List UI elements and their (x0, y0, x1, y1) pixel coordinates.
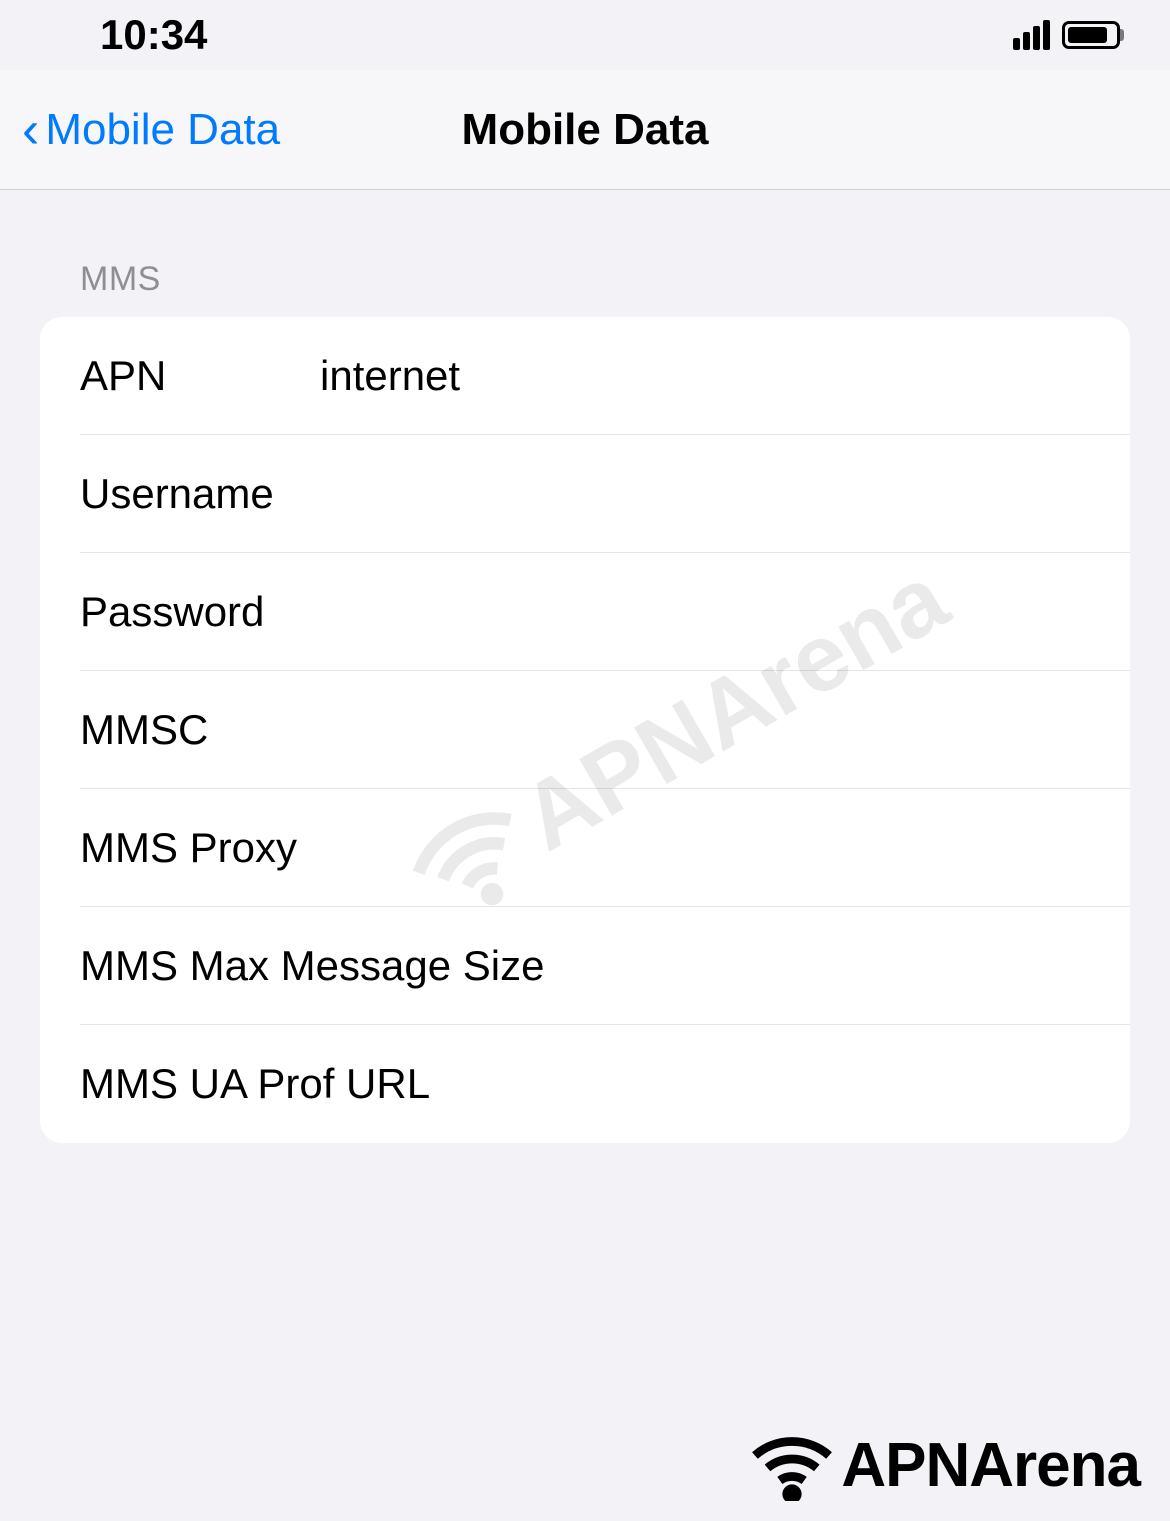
battery-icon (1062, 21, 1120, 49)
password-label: Password (80, 588, 320, 636)
mmsc-input[interactable] (320, 706, 1090, 754)
cellular-signal-icon (1013, 20, 1050, 50)
apn-label: APN (80, 352, 320, 400)
status-indicators (1013, 20, 1120, 50)
status-bar: 10:34 (0, 0, 1170, 70)
back-button[interactable]: ‹ Mobile Data (0, 104, 280, 156)
status-time: 10:34 (100, 11, 207, 59)
mms-proxy-input[interactable] (297, 824, 1090, 872)
footer-brand-text: APNArena (841, 1430, 1140, 1501)
section-header-mms: MMS (40, 260, 1130, 299)
mmsc-row[interactable]: MMSC (40, 671, 1130, 789)
mms-max-message-size-input[interactable] (544, 942, 1090, 990)
mms-proxy-row[interactable]: MMS Proxy (40, 789, 1130, 907)
password-row[interactable]: Password (40, 553, 1130, 671)
apn-input[interactable] (320, 352, 1090, 400)
mms-proxy-label: MMS Proxy (80, 824, 297, 872)
username-row[interactable]: Username (40, 435, 1130, 553)
chevron-left-icon: ‹ (22, 104, 39, 156)
mms-ua-prof-url-label: MMS UA Prof URL (80, 1060, 430, 1108)
mmsc-label: MMSC (80, 706, 320, 754)
content-area: MMS APN Username Password MMSC MMS Proxy (0, 190, 1170, 1143)
footer-logo: APNArena (747, 1430, 1140, 1501)
mms-ua-prof-url-input[interactable] (430, 1060, 1090, 1108)
password-input[interactable] (320, 588, 1090, 636)
apn-row[interactable]: APN (40, 317, 1130, 435)
page-title: Mobile Data (462, 105, 709, 155)
mms-max-message-size-label: MMS Max Message Size (80, 942, 544, 990)
navigation-bar: ‹ Mobile Data Mobile Data (0, 70, 1170, 190)
back-label: Mobile Data (45, 105, 280, 155)
mms-ua-prof-url-row[interactable]: MMS UA Prof URL (40, 1025, 1130, 1143)
wifi-icon (747, 1431, 837, 1501)
mms-settings-group: APN Username Password MMSC MMS Proxy MMS… (40, 317, 1130, 1143)
username-label: Username (80, 470, 320, 518)
mms-max-message-size-row[interactable]: MMS Max Message Size (40, 907, 1130, 1025)
username-input[interactable] (320, 470, 1090, 518)
